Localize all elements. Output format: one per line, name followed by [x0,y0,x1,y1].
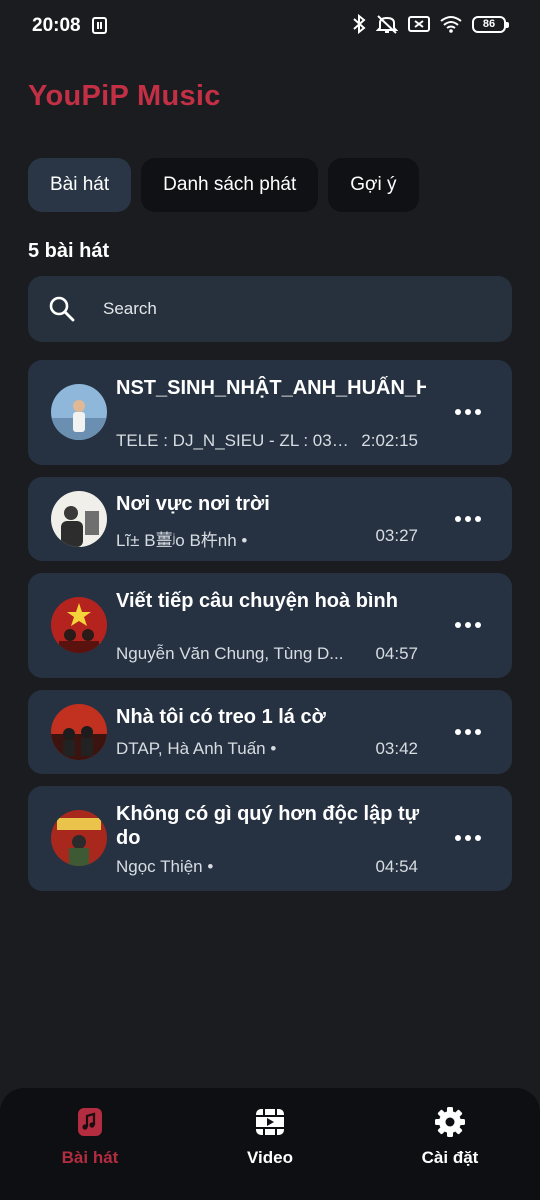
song-title: NST_SINH_NHẬT_ANH_HUẤN_HOA_HỒNG_ĐẶT_TẶNG… [116,377,426,399]
nav-item-video[interactable]: Video [210,1106,330,1168]
more-options-icon[interactable] [452,509,484,529]
video-icon [256,1109,284,1135]
song-thumbnail [51,491,107,547]
tab-bar: Bài hát Danh sách phát Gợi ý [28,158,419,212]
song-title: Nhà tôi có treo 1 lá cờ [116,706,326,728]
song-duration: 04:54 [375,857,418,876]
search-bar[interactable] [28,276,512,342]
song-thumbnail [51,704,107,760]
nav-label: Video [247,1148,293,1167]
song-title: Không có gì quý hơn độc lập tự do [116,803,420,849]
nav-label: Bài hát [61,1148,119,1167]
battery-icon: 86 [472,15,509,33]
music-note-icon [78,1108,102,1136]
status-icons: 86 [352,14,509,34]
song-artist: Lĩ± B薑ʲo B杵nh • [116,531,248,550]
more-options-icon[interactable] [452,722,484,742]
song-count: 5 bài hát [28,240,110,262]
status-time: 20:08 [32,15,81,36]
song-artist: Nguyễn Văn Chung, Tùng D... [116,644,344,663]
song-item[interactable]: NST_SINH_NHẬT_ANH_HUẤN_HOA_HỒNG_ĐẶT_TẶNG… [28,360,512,465]
song-thumbnail [51,384,107,440]
song-artist: Ngọc Thiện • [116,857,214,876]
battery-level: 86 [482,18,496,30]
song-item[interactable]: Không có gì quý hơn độc lập tự do Ngọc T… [28,786,512,891]
song-duration: 03:27 [375,526,418,545]
song-meta: Nguyễn Văn Chung, Tùng D... 04:57 [116,644,418,664]
song-meta: TELE : DJ_N_SIEU - ZL : 032... 2:02:15 [116,431,418,451]
gear-icon [435,1107,465,1137]
more-options-icon[interactable] [452,615,484,635]
search-input[interactable] [101,298,465,320]
more-options-icon[interactable] [452,402,484,422]
song-artist: DTAP, Hà Anh Tuấn • [116,739,277,758]
app-title: YouPiP Music [28,80,221,112]
status-bar: 20:08 86 [0,0,540,52]
search-icon [49,296,75,322]
nav-item-settings[interactable]: Cài đặt [390,1106,510,1168]
bottom-nav: Bài hát Video Cài đặt [0,1088,540,1200]
nav-item-songs[interactable]: Bài hát [30,1106,150,1168]
song-artist: TELE : DJ_N_SIEU - ZL : 032... [116,431,356,450]
no-signal-icon [408,16,430,32]
song-meta: DTAP, Hà Anh Tuấn • 03:42 [116,739,418,759]
song-thumbnail [51,810,107,866]
bluetooth-icon [353,14,366,34]
song-title: Viết tiếp câu chuyện hoà bình [116,590,398,612]
song-item[interactable]: Nơi vực nơi trời Lĩ± B薑ʲo B杵nh • 03:27 [28,477,512,561]
song-duration: 04:57 [375,644,418,663]
song-duration: 2:02:15 [361,431,418,450]
song-item[interactable]: Nhà tôi có treo 1 lá cờ DTAP, Hà Anh Tuấ… [28,690,512,774]
song-meta: Ngọc Thiện • 04:54 [116,857,418,877]
song-meta: Lĩ± B薑ʲo B杵nh • 03:27 [116,526,418,551]
more-options-icon[interactable] [452,828,484,848]
nav-label: Cài đặt [421,1148,479,1167]
tab-suggestions[interactable]: Gợi ý [328,158,419,212]
mute-icon [376,15,398,34]
wifi-icon [440,16,462,33]
song-title: Nơi vực nơi trời [116,493,270,515]
tab-playlists[interactable]: Danh sách phát [141,158,319,212]
song-item[interactable]: Viết tiếp câu chuyện hoà bình Nguyễn Văn… [28,573,512,678]
song-duration: 03:42 [375,739,418,758]
song-thumbnail [51,597,107,653]
sim-card-icon [92,17,107,34]
tab-songs[interactable]: Bài hát [28,158,132,212]
